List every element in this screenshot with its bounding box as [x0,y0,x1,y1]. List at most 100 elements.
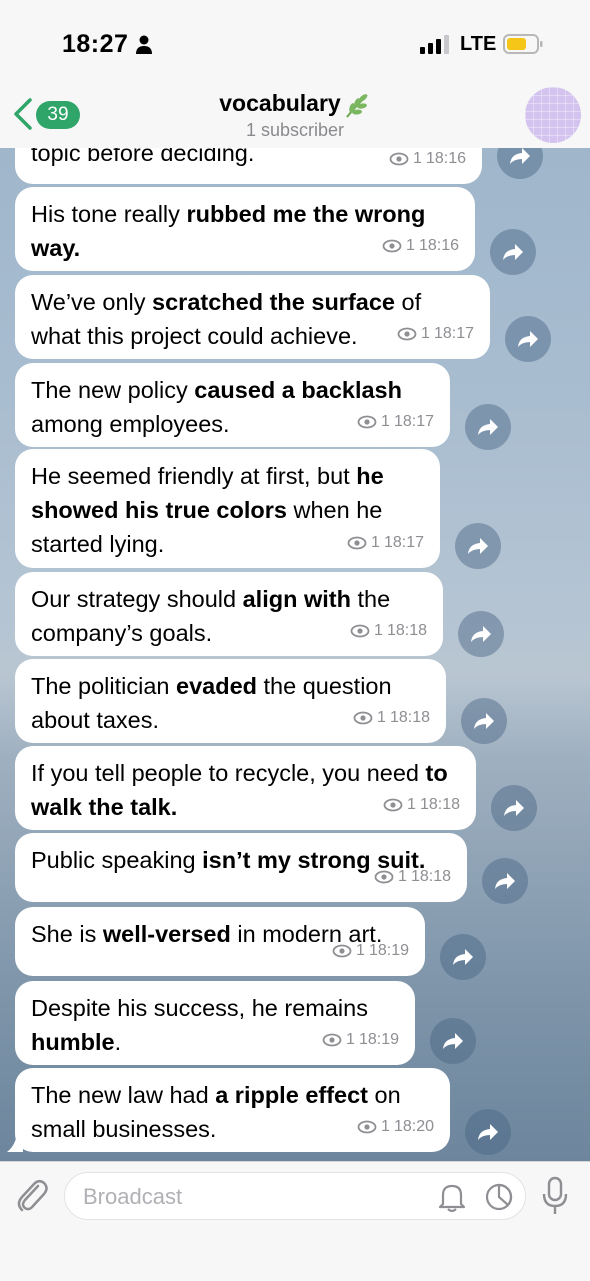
message-text-part: Despite his success, he remains [31,995,368,1021]
eye-icon [357,1120,377,1134]
view-count: 1 [371,534,380,551]
view-count: 1 [407,796,416,813]
forward-button[interactable] [465,404,511,450]
forward-icon [503,244,523,260]
message-meta: 1 18:19 [322,1023,399,1057]
message-bubble[interactable]: Our strategy should align with the compa… [15,572,443,656]
message-meta: 1 18:17 [397,317,474,351]
person-icon [136,35,152,54]
forward-icon [474,713,494,729]
timer-icon[interactable] [483,1181,515,1213]
message-bubble[interactable]: The politician evaded the question about… [15,659,446,743]
view-count: 1 [406,237,415,254]
message-meta: 1 18:17 [357,405,434,439]
network-type: LTE [460,33,497,55]
view-count: 1 [421,325,430,342]
forward-icon [518,331,538,347]
message-bubble[interactable]: She is well-versed in modern art. 1 18:19 [15,907,425,976]
view-count: 1 [356,942,365,959]
message-time: 18:19 [368,942,409,959]
message-bubble[interactable]: Despite his success, he remains humble. 1… [15,981,415,1065]
message-bubble[interactable]: Public speaking isn’t my strong suit. 1 18… [15,833,467,902]
message-time: 18:16 [425,150,466,167]
eye-icon [374,870,394,884]
eye-icon [322,1033,342,1047]
message-bubble[interactable]: The new policy caused a backlash among e… [15,363,450,447]
microphone-icon[interactable] [540,1176,570,1216]
forward-icon [510,148,530,164]
message-time: 18:17 [393,413,434,430]
view-count: 1 [413,150,422,167]
forward-button[interactable] [430,1018,476,1064]
bell-icon[interactable] [437,1181,467,1213]
forward-button[interactable] [458,611,504,657]
view-count: 1 [381,413,390,430]
eye-icon [353,711,373,725]
eye-icon [382,239,402,253]
message-meta: 1 18:16 [382,229,459,263]
input-bar: Broadcast [0,1161,590,1281]
forward-button[interactable] [497,148,543,179]
forward-icon [495,873,515,889]
message-bubble[interactable]: We’ve only scratched the surface of what… [15,275,490,359]
battery-icon [503,34,543,54]
bubble-tail [7,1134,23,1152]
channel-title[interactable]: vocabulary [0,90,590,119]
status-time: 18:27 [62,30,129,58]
eye-icon [389,152,409,166]
forward-button[interactable] [465,1109,511,1155]
broadcast-input[interactable]: Broadcast [64,1172,526,1220]
message-meta: 1 18:20 [357,1110,434,1144]
message-meta: 1 18:17 [347,526,424,560]
leaf-icon [345,94,368,118]
forward-icon [478,1124,498,1140]
message-text-part: The new policy [31,377,195,403]
forward-button[interactable] [482,858,528,904]
signal-icon [420,35,449,54]
message-time: 18:17 [383,534,424,551]
eye-icon [350,624,370,638]
message-bubble[interactable]: He seemed friendly at first, but he show… [15,449,440,568]
message-bubble[interactable]: topic before deciding. 1 18:16 [15,148,482,184]
message-highlight: a ripple effect [215,1082,368,1108]
message-meta: 1 18:19 [332,934,409,968]
message-text-part: Our strategy should [31,586,243,612]
message-text-part: Public speaking [31,847,203,873]
message-meta: 1 18:18 [374,860,451,894]
status-bar: 18:27 LTE [0,0,590,80]
forward-button[interactable] [490,229,536,275]
forward-button[interactable] [440,934,486,980]
message-list[interactable]: topic before deciding. 1 18:16 His tone rea… [0,148,590,1161]
forward-icon [504,800,524,816]
eye-icon [383,798,403,812]
message-text-part: If you tell people to recycle, you need [31,760,426,786]
channel-title-text: vocabulary [219,90,341,116]
message-text-part: . [114,1029,122,1055]
paperclip-icon[interactable] [14,1176,50,1216]
message-time: 18:18 [386,622,427,639]
message-bubble[interactable]: The new law had a ripple effect on small… [15,1068,450,1152]
view-count: 1 [374,622,383,639]
channel-avatar[interactable] [525,87,581,143]
message-time: 18:18 [419,796,460,813]
message-bubble[interactable]: If you tell people to recycle, you need … [15,746,476,830]
eye-icon [357,415,377,429]
forward-button[interactable] [461,698,507,744]
forward-button[interactable] [505,316,551,362]
message-meta: 1 18:18 [350,614,427,648]
message-bubble[interactable]: His tone really rubbed me the wrong way.… [15,187,475,271]
message-time: 18:18 [389,709,430,726]
message-text-part: The new law had [31,1082,216,1108]
forward-button[interactable] [455,523,501,569]
message-time: 18:16 [418,237,459,254]
eye-icon [332,944,352,958]
forward-button[interactable] [491,785,537,831]
message-text-part: He seemed friendly at first, but [31,463,357,489]
message-time: 18:18 [410,868,451,885]
view-count: 1 [398,868,407,885]
message-time: 18:20 [393,1118,434,1135]
message-text-part: We’ve only [31,289,153,315]
forward-icon [468,538,488,554]
forward-icon [453,949,473,965]
message-highlight: caused a backlash [194,377,402,403]
